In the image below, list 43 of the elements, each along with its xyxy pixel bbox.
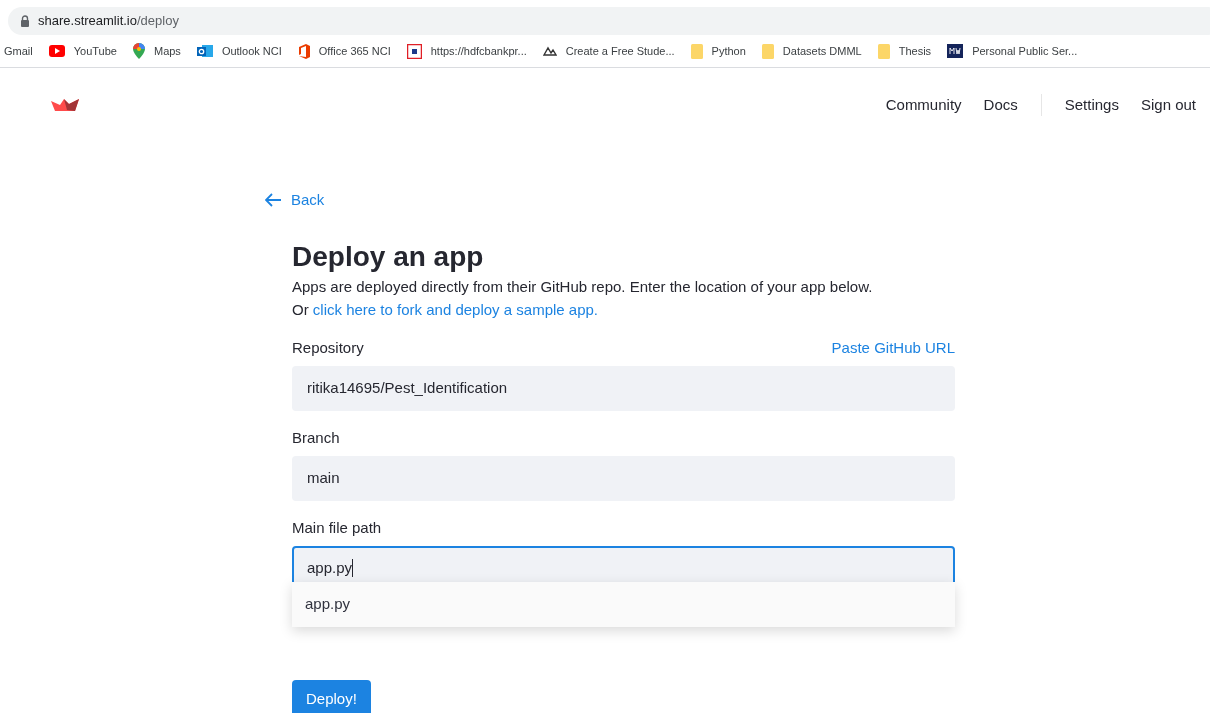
field-label: Repository	[292, 337, 364, 358]
map-pin-icon	[132, 43, 145, 59]
bookmark[interactable]: Personal Public Ser...	[947, 42, 1078, 60]
address-bar[interactable]: share.streamlit.io/deploy	[8, 7, 1210, 35]
nav-link[interactable]: Community	[885, 93, 962, 117]
bookmark[interactable]: YouTube	[48, 42, 117, 60]
nav-link[interactable]: Docs	[983, 93, 1018, 117]
bookmark[interactable]: Office 365 NCI	[297, 42, 391, 60]
bookmark[interactable]: Gmail	[4, 42, 33, 60]
bookmark[interactable]: Python	[690, 42, 746, 60]
office-icon	[297, 43, 310, 59]
field-label: Branch	[292, 427, 340, 448]
field-label: Main file path	[292, 517, 382, 538]
bookmark[interactable]: https://hdfcbankpr...	[406, 42, 527, 60]
bookmark[interactable]: Create a Free Stude...	[542, 42, 675, 60]
paste-url-link[interactable]: Paste GitHub URL	[831, 336, 955, 360]
bookmark[interactable]: Datasets DMML	[761, 42, 862, 60]
play-icon	[48, 45, 65, 57]
bookmark[interactable]: Maps	[132, 42, 181, 60]
text-cursor	[352, 559, 354, 577]
mountain-icon	[542, 46, 557, 56]
folder-icon	[690, 43, 703, 59]
suggestion-item[interactable]: app.py	[292, 581, 955, 627]
back-link[interactable]: Back	[265, 189, 325, 212]
arrow-left-icon	[265, 193, 282, 208]
deploy-button[interactable]: Deploy!	[292, 679, 371, 713]
intro-text: Apps are deployed directly from their GitHub repo. Enter the location of your app below.	[292, 276, 873, 297]
input-field[interactable]: main	[292, 455, 955, 501]
bookmark[interactable]: Outlook NCI	[196, 42, 282, 60]
intro-text: Or click here to fork and deploy a sample app.	[292, 299, 598, 320]
folder-icon	[877, 43, 890, 59]
url-text: share.streamlit.io/deploy	[38, 12, 179, 31]
mail-icon	[196, 44, 213, 58]
input-field[interactable]: ritika14695/Pest_Identification	[292, 365, 955, 411]
sample-app-link[interactable]: click here to fork and deploy a sample app.	[312, 300, 598, 318]
folder-icon	[761, 43, 774, 59]
crown-logo[interactable]	[51, 98, 79, 112]
logo-icon	[947, 44, 964, 58]
nav-link[interactable]: Settings	[1064, 93, 1119, 117]
bookmark[interactable]: Thesis	[877, 42, 932, 60]
page-title: Deploy an app	[292, 239, 484, 274]
lock-icon	[20, 15, 30, 27]
nav-link[interactable]: Sign out	[1140, 93, 1196, 117]
